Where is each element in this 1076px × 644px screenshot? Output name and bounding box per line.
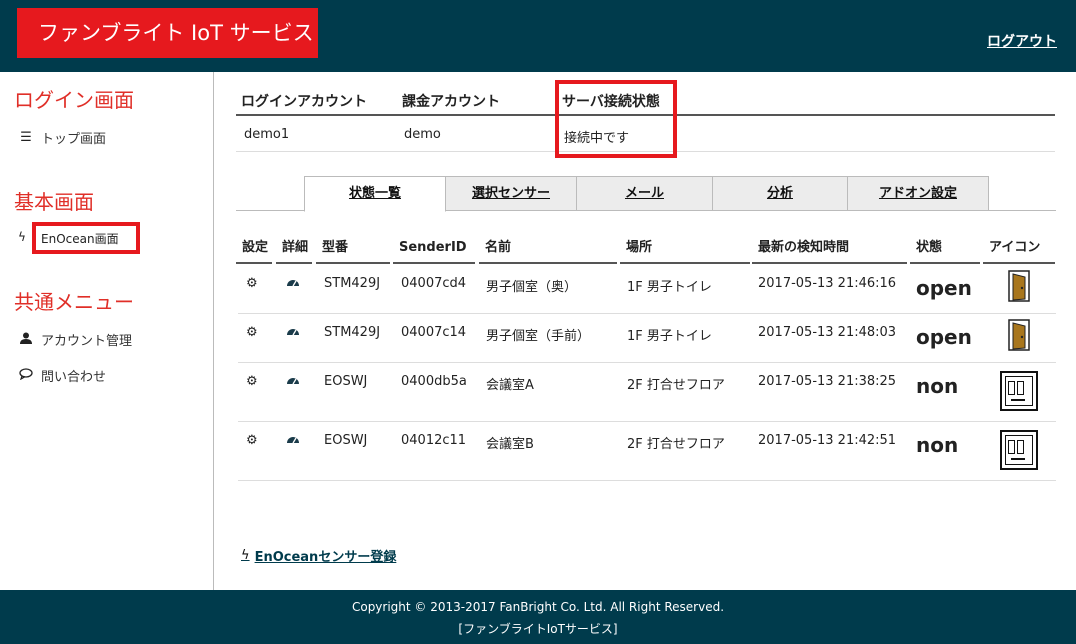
sidebar-item-top-label: トップ画面 [41, 132, 107, 147]
footer: Copyright © 2013-2017 FanBright Co. Ltd.… [0, 590, 1076, 644]
dashboard-gauge-icon[interactable] [280, 276, 300, 292]
name-cell: 会議室B [486, 437, 534, 452]
door-open-icon [1008, 319, 1030, 351]
sender-id-cell: 04007cd4 [401, 276, 467, 291]
table-row: ⚙ STM429J 04007cd4 男子個室（奥） 1F 男子トイレ 2017… [236, 265, 1056, 314]
place-cell: 2F 打合せフロア [627, 437, 725, 452]
time-cell: 2017-05-13 21:38:25 [758, 374, 897, 389]
sidebar-heading-basic: 基本画面 [14, 190, 94, 214]
time-cell: 2017-05-13 21:46:16 [758, 276, 897, 291]
register-link-label: EnOceanセンサー登録 [254, 550, 397, 565]
header-login-account: ログインアカウント [241, 94, 367, 110]
time-cell: 2017-05-13 21:42:51 [758, 433, 897, 448]
col-icon: アイコン [983, 232, 1055, 264]
sidebar-heading-login: ログイン画面 [14, 88, 134, 112]
brand-logo[interactable]: ファンブライト IoT サービス [17, 8, 318, 58]
tab-addon-settings[interactable]: アドオン設定 [847, 176, 989, 211]
sidebar-item-top[interactable]: ☰ トップ画面 [18, 128, 106, 147]
place-cell: 1F 男子トイレ [627, 329, 712, 344]
model-cell: EOSWJ [324, 374, 368, 389]
tab-analysis[interactable]: 分析 [712, 176, 848, 211]
sender-id-cell: 04007c14 [401, 325, 467, 340]
billing-account-value: demo [404, 127, 441, 142]
col-settings: 設定 [236, 232, 272, 264]
sidebar-item-account-label: アカウント管理 [41, 334, 133, 349]
name-cell: 男子個室（手前） [486, 329, 591, 344]
col-details: 詳細 [276, 232, 312, 264]
row-divider [238, 480, 1056, 481]
name-cell: 会議室A [486, 378, 534, 393]
dashboard-gauge-icon[interactable] [280, 433, 300, 449]
enocean-sensor-register-link[interactable]: ϟ EnOceanセンサー登録 [241, 546, 396, 565]
name-cell: 男子個室（奥） [486, 280, 578, 295]
sidebar-item-contact[interactable]: 問い合わせ [18, 366, 106, 385]
sidebar-heading-common: 共通メニュー [14, 290, 134, 314]
chat-bubble-icon [18, 367, 34, 384]
table-row: ⚙ EOSWJ 04012c11 会議室B 2F 打合せフロア 2017-05-… [236, 422, 1056, 481]
dashboard-gauge-icon[interactable] [280, 374, 300, 390]
sidebar-item-account[interactable]: アカウント管理 [18, 330, 132, 349]
sender-id-cell: 0400db5a [401, 374, 467, 389]
table-row: ⚙ STM429J 04007c14 男子個室（手前） 1F 男子トイレ 201… [236, 314, 1056, 363]
copyright-text: Copyright © 2013-2017 FanBright Co. Ltd.… [351, 600, 725, 614]
tab-status-list[interactable]: 状態一覧 [304, 176, 446, 212]
settings-gear-icon[interactable]: ⚙ [240, 374, 258, 389]
logout-link[interactable]: ログアウト [987, 31, 1057, 51]
place-cell: 2F 打合せフロア [627, 378, 725, 393]
tab-selected-sensor[interactable]: 選択センサー [445, 176, 577, 211]
sender-id-cell: 04012c11 [401, 433, 467, 448]
settings-gear-icon[interactable]: ⚙ [240, 433, 258, 448]
state-cell: non [916, 374, 959, 398]
server-status-highlight-box [555, 80, 677, 158]
table-row: ⚙ EOSWJ 0400db5a 会議室A 2F 打合せフロア 2017-05-… [236, 363, 1056, 422]
login-account-value: demo1 [244, 127, 290, 142]
tab-bar: 状態一覧 選択センサー メール 分析 アドオン設定 [236, 176, 1056, 212]
door-open-icon [1008, 270, 1030, 302]
header-billing-account: 課金アカウント [402, 94, 500, 110]
col-place: 場所 [620, 232, 750, 264]
meeting-room-icon [1000, 371, 1038, 411]
bolt-icon: ϟ [18, 230, 26, 244]
service-name-text: [ファンブライトIoTサービス] [458, 622, 618, 636]
col-last-detected: 最新の検知時間 [752, 232, 907, 264]
dashboard-gauge-icon[interactable] [280, 325, 300, 341]
menu-lines-icon: ☰ [20, 130, 32, 145]
col-state: 状態 [910, 232, 980, 264]
col-name: 名前 [479, 232, 617, 264]
state-cell: open [916, 325, 972, 349]
sidebar-item-enocean[interactable]: EnOcean画面 [41, 230, 119, 247]
time-cell: 2017-05-13 21:48:03 [758, 325, 897, 340]
bolt-icon: ϟ [241, 548, 250, 563]
col-model: 型番 [316, 232, 390, 264]
meeting-room-icon [1000, 430, 1038, 470]
model-cell: EOSWJ [324, 433, 368, 448]
model-cell: STM429J [324, 276, 381, 291]
settings-gear-icon[interactable]: ⚙ [240, 325, 258, 340]
place-cell: 1F 男子トイレ [627, 280, 712, 295]
user-icon [18, 332, 34, 348]
tab-mail[interactable]: メール [576, 176, 713, 211]
model-cell: STM429J [324, 325, 381, 340]
top-header: ファンブライト IoT サービス ログアウト [0, 0, 1076, 72]
sidebar-item-contact-label: 問い合わせ [41, 370, 107, 385]
sidebar: ログイン画面 ☰ トップ画面 基本画面 ϟ EnOcean画面 共通メニュー ア… [0, 72, 214, 590]
state-cell: open [916, 276, 972, 300]
col-sender-id: SenderID [393, 232, 475, 264]
state-cell: non [916, 433, 959, 457]
settings-gear-icon[interactable]: ⚙ [240, 276, 258, 291]
